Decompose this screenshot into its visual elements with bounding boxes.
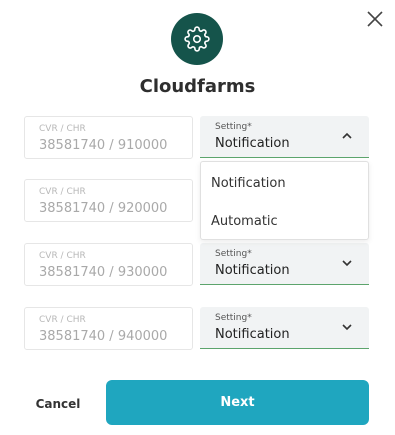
setting-dropdown-menu: Notification Automatic — [200, 161, 369, 240]
setting-label: Setting* — [215, 313, 252, 323]
close-icon — [367, 11, 383, 27]
cvr-label: CVR / CHR — [39, 251, 86, 261]
app-logo — [171, 13, 223, 65]
cvr-value: 38581740 / 930000 — [39, 265, 168, 280]
setting-select[interactable]: Setting* Notification — [200, 116, 369, 158]
page-title: Cloudfarms — [139, 76, 256, 97]
setting-value: Notification — [215, 327, 290, 342]
close-button[interactable] — [364, 8, 386, 30]
cvr-label: CVR / CHR — [39, 187, 86, 197]
cancel-button[interactable]: Cancel — [18, 392, 98, 416]
cvr-field[interactable]: CVR / CHR 38581740 / 920000 — [24, 179, 193, 222]
setting-select[interactable]: Setting* Notification — [200, 307, 369, 349]
setting-label: Setting* — [215, 249, 252, 259]
next-button-label: Next — [220, 395, 255, 410]
cvr-field[interactable]: CVR / CHR 38581740 / 940000 — [24, 307, 193, 350]
cvr-label: CVR / CHR — [39, 315, 86, 325]
setting-select[interactable]: Setting* Notification — [200, 243, 369, 285]
dropdown-option-automatic[interactable]: Automatic — [211, 214, 278, 229]
cvr-field[interactable]: CVR / CHR 38581740 / 910000 — [24, 116, 193, 159]
dropdown-option-notification[interactable]: Notification — [211, 176, 286, 191]
cvr-value: 38581740 / 920000 — [39, 201, 168, 216]
cvr-field[interactable]: CVR / CHR 38581740 / 930000 — [24, 243, 193, 286]
chevron-up-icon — [342, 132, 352, 139]
cvr-value: 38581740 / 910000 — [39, 138, 168, 153]
setting-value: Notification — [215, 263, 290, 278]
chevron-down-icon — [342, 260, 352, 267]
cvr-value: 38581740 / 940000 — [39, 329, 168, 344]
setting-value: Notification — [215, 136, 290, 151]
next-button[interactable]: Next — [106, 380, 369, 425]
cvr-label: CVR / CHR — [39, 124, 86, 134]
chevron-down-icon — [342, 324, 352, 331]
setting-label: Setting* — [215, 122, 252, 132]
gear-icon — [184, 26, 210, 52]
